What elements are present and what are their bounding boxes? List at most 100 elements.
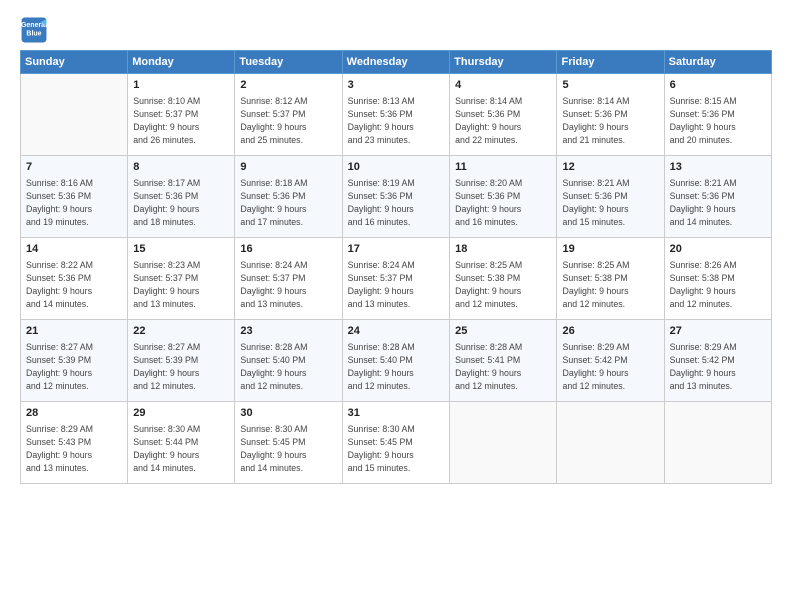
day-number: 18 [455,242,551,257]
day-number: 29 [133,406,229,421]
calendar-day-cell: 28 Sunrise: 8:29 AM Sunset: 5:43 PM Dayli… [21,402,128,484]
calendar-week-row: 7 Sunrise: 8:16 AM Sunset: 5:36 PM Daylig… [21,156,772,238]
calendar-table: SundayMondayTuesdayWednesdayThursdayFrid… [20,50,772,484]
calendar-day-cell: 14 Sunrise: 8:22 AM Sunset: 5:36 PM Dayli… [21,238,128,320]
logo: General Blue [20,16,52,44]
calendar-day-cell: 29 Sunrise: 8:30 AM Sunset: 5:44 PM Dayli… [128,402,235,484]
day-number: 30 [240,406,336,421]
weekday-header: Tuesday [235,51,342,74]
calendar-day-cell: 24Sunrise: 8:28 AM Sunset: 5:40 PM Dayli… [342,320,449,402]
day-number: 31 [348,406,444,421]
day-info: Sunrise: 8:18 AM Sunset: 5:36 PM Dayligh… [240,177,336,228]
day-info: Sunrise: 8:19 AM Sunset: 5:36 PM Dayligh… [348,177,444,228]
calendar-day-cell: 10 Sunrise: 8:19 AM Sunset: 5:36 PM Dayli… [342,156,449,238]
day-number: 12 [562,160,658,175]
page-container: General Blue SundayMondayTuesdayWednesda… [0,0,792,494]
day-number: 25 [455,324,551,339]
calendar-day-cell: 30 Sunrise: 8:30 AM Sunset: 5:45 PM Dayli… [235,402,342,484]
calendar-day-cell: 2Sunrise: 8:12 AM Sunset: 5:37 PM Daylig… [235,74,342,156]
svg-text:Blue: Blue [26,30,41,37]
day-info: Sunrise: 8:26 AM Sunset: 5:38 PM Dayligh… [670,259,766,310]
calendar-day-cell: 8 Sunrise: 8:17 AM Sunset: 5:36 PM Daylig… [128,156,235,238]
calendar-day-cell: 12Sunrise: 8:21 AM Sunset: 5:36 PM Dayli… [557,156,664,238]
calendar-header: SundayMondayTuesdayWednesdayThursdayFrid… [21,51,772,74]
calendar-day-cell: 31 Sunrise: 8:30 AM Sunset: 5:45 PM Dayli… [342,402,449,484]
day-info: Sunrise: 8:22 AM Sunset: 5:36 PM Dayligh… [26,259,122,310]
calendar-day-cell: 7 Sunrise: 8:16 AM Sunset: 5:36 PM Daylig… [21,156,128,238]
day-info: Sunrise: 8:27 AM Sunset: 5:39 PM Dayligh… [133,341,229,392]
day-number: 21 [26,324,122,339]
day-info: Sunrise: 8:21 AM Sunset: 5:36 PM Dayligh… [670,177,766,228]
day-number: 15 [133,242,229,257]
day-info: Sunrise: 8:30 AM Sunset: 5:44 PM Dayligh… [133,423,229,474]
calendar-day-cell [664,402,771,484]
calendar-week-row: 21 Sunrise: 8:27 AM Sunset: 5:39 PM Dayli… [21,320,772,402]
day-info: Sunrise: 8:29 AM Sunset: 5:43 PM Dayligh… [26,423,122,474]
day-info: Sunrise: 8:15 AM Sunset: 5:36 PM Dayligh… [670,95,766,146]
calendar-day-cell: 23 Sunrise: 8:28 AM Sunset: 5:40 PM Dayli… [235,320,342,402]
day-info: Sunrise: 8:13 AM Sunset: 5:36 PM Dayligh… [348,95,444,146]
calendar-day-cell: 9Sunrise: 8:18 AM Sunset: 5:36 PM Daylig… [235,156,342,238]
day-number: 17 [348,242,444,257]
calendar-week-row: 14 Sunrise: 8:22 AM Sunset: 5:36 PM Dayli… [21,238,772,320]
weekday-header: Thursday [450,51,557,74]
day-info: Sunrise: 8:14 AM Sunset: 5:36 PM Dayligh… [562,95,658,146]
calendar-day-cell: 17 Sunrise: 8:24 AM Sunset: 5:37 PM Dayli… [342,238,449,320]
day-number: 19 [562,242,658,257]
day-info: Sunrise: 8:10 AM Sunset: 5:37 PM Dayligh… [133,95,229,146]
calendar-week-row: 1 Sunrise: 8:10 AM Sunset: 5:37 PM Daylig… [21,74,772,156]
day-info: Sunrise: 8:25 AM Sunset: 5:38 PM Dayligh… [455,259,551,310]
weekday-header: Wednesday [342,51,449,74]
day-info: Sunrise: 8:17 AM Sunset: 5:36 PM Dayligh… [133,177,229,228]
day-number: 7 [26,160,122,175]
day-info: Sunrise: 8:28 AM Sunset: 5:40 PM Dayligh… [240,341,336,392]
day-number: 1 [133,78,229,93]
day-number: 4 [455,78,551,93]
day-info: Sunrise: 8:28 AM Sunset: 5:41 PM Dayligh… [455,341,551,392]
calendar-day-cell: 25 Sunrise: 8:28 AM Sunset: 5:41 PM Dayli… [450,320,557,402]
day-number: 27 [670,324,766,339]
calendar-day-cell: 20Sunrise: 8:26 AM Sunset: 5:38 PM Dayli… [664,238,771,320]
day-number: 6 [670,78,766,93]
calendar-day-cell: 18 Sunrise: 8:25 AM Sunset: 5:38 PM Dayli… [450,238,557,320]
day-info: Sunrise: 8:23 AM Sunset: 5:37 PM Dayligh… [133,259,229,310]
day-info: Sunrise: 8:20 AM Sunset: 5:36 PM Dayligh… [455,177,551,228]
calendar-day-cell: 13Sunrise: 8:21 AM Sunset: 5:36 PM Dayli… [664,156,771,238]
day-info: Sunrise: 8:30 AM Sunset: 5:45 PM Dayligh… [240,423,336,474]
header: General Blue [20,16,772,44]
calendar-day-cell: 26 Sunrise: 8:29 AM Sunset: 5:42 PM Dayli… [557,320,664,402]
day-number: 11 [455,160,551,175]
day-number: 2 [240,78,336,93]
day-number: 26 [562,324,658,339]
calendar-day-cell: 27Sunrise: 8:29 AM Sunset: 5:42 PM Dayli… [664,320,771,402]
calendar-day-cell [21,74,128,156]
day-info: Sunrise: 8:24 AM Sunset: 5:37 PM Dayligh… [348,259,444,310]
day-number: 16 [240,242,336,257]
calendar-day-cell: 5Sunrise: 8:14 AM Sunset: 5:36 PM Daylig… [557,74,664,156]
day-info: Sunrise: 8:29 AM Sunset: 5:42 PM Dayligh… [562,341,658,392]
calendar-day-cell: 15 Sunrise: 8:23 AM Sunset: 5:37 PM Dayli… [128,238,235,320]
day-number: 10 [348,160,444,175]
weekday-header: Monday [128,51,235,74]
calendar-day-cell: 3 Sunrise: 8:13 AM Sunset: 5:36 PM Daylig… [342,74,449,156]
calendar-day-cell: 22Sunrise: 8:27 AM Sunset: 5:39 PM Dayli… [128,320,235,402]
day-info: Sunrise: 8:16 AM Sunset: 5:36 PM Dayligh… [26,177,122,228]
weekday-header: Saturday [664,51,771,74]
logo-icon: General Blue [20,16,48,44]
day-info: Sunrise: 8:30 AM Sunset: 5:45 PM Dayligh… [348,423,444,474]
calendar-day-cell: 6 Sunrise: 8:15 AM Sunset: 5:36 PM Daylig… [664,74,771,156]
day-info: Sunrise: 8:25 AM Sunset: 5:38 PM Dayligh… [562,259,658,310]
day-number: 3 [348,78,444,93]
weekday-header: Sunday [21,51,128,74]
calendar-day-cell: 21Sunrise: 8:27 AM Sunset: 5:39 PM Dayli… [21,320,128,402]
calendar-body: 1 Sunrise: 8:10 AM Sunset: 5:37 PM Daylig… [21,74,772,484]
day-number: 8 [133,160,229,175]
calendar-day-cell [557,402,664,484]
day-number: 14 [26,242,122,257]
calendar-day-cell [450,402,557,484]
day-info: Sunrise: 8:24 AM Sunset: 5:37 PM Dayligh… [240,259,336,310]
weekday-row: SundayMondayTuesdayWednesdayThursdayFrid… [21,51,772,74]
day-number: 23 [240,324,336,339]
weekday-header: Friday [557,51,664,74]
day-number: 28 [26,406,122,421]
